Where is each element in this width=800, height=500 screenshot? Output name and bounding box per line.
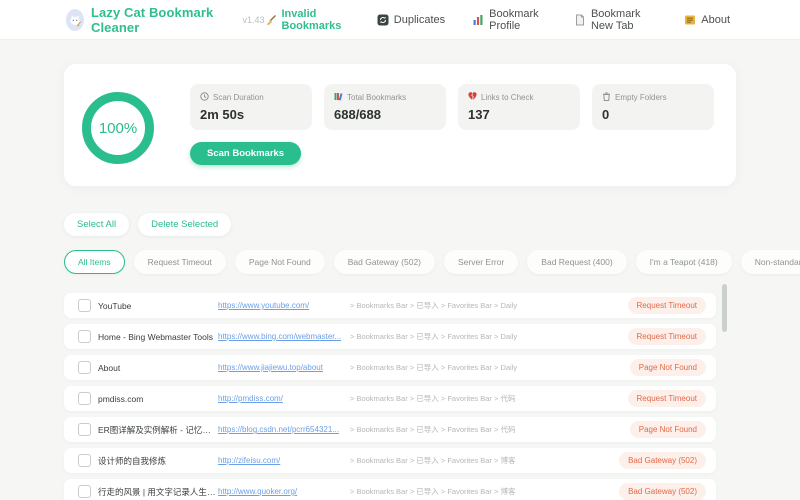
table-row: ER图详解及实例解析 - 记忆碎片的... https://blog.csdn.… <box>64 417 716 442</box>
nav-bookmark-profile[interactable]: Bookmark Profile <box>472 8 547 32</box>
stat-label: Total Bookmarks <box>347 93 407 102</box>
row-checkbox[interactable] <box>78 392 91 405</box>
bookmark-title: YouTube <box>98 300 132 311</box>
status-badge: Request Timeout <box>627 390 706 407</box>
filter-bad-gateway[interactable]: Bad Gateway (502) <box>333 250 435 274</box>
filter-non-standard-error[interactable]: Non-standard Error (468) <box>740 250 800 274</box>
cat-logo-icon <box>66 8 84 31</box>
duplicates-cycle-icon <box>377 14 389 26</box>
stat-label: Scan Duration <box>213 93 264 102</box>
clock-icon <box>200 92 209 103</box>
table-row: 行走的风景 | 用文字记录人生的风景 http://www.quoker.org… <box>64 479 716 500</box>
bookmark-url-link[interactable]: https://blog.csdn.net/pcrr654321... <box>218 425 346 434</box>
trash-icon <box>602 92 611 103</box>
bookmark-title: pmdiss.com <box>98 393 144 404</box>
filter-all-items[interactable]: All Items <box>64 250 125 274</box>
bookmark-title: ER图详解及实例解析 - 记忆碎片的... <box>98 424 218 435</box>
bookmark-folder-path: > Bookmarks Bar > 已导入 > Favorites Bar > … <box>350 394 516 403</box>
status-badge: Request Timeout <box>627 297 706 314</box>
select-all-button[interactable]: Select All <box>64 213 130 236</box>
main-nav: Invalid Bookmarks Duplicates Bookmark Pr… <box>265 8 730 32</box>
bookmark-url-link[interactable]: https://www.bing.com/webmaster... <box>218 332 346 341</box>
table-row: YouTube https://www.youtube.com/ > Bookm… <box>64 293 716 318</box>
nav-label: Duplicates <box>393 13 446 26</box>
stats-row: Scan Duration 2m 50s Total Bookmarks 688… <box>190 84 714 130</box>
bookmark-list: YouTube https://www.youtube.com/ > Bookm… <box>64 293 716 500</box>
bookmark-url-link[interactable]: http://www.quoker.org/ <box>218 487 346 496</box>
bookmark-url-link[interactable]: https://www.jiajiewu.top/about <box>218 363 346 372</box>
bookmark-folder-path: > Bookmarks Bar > 已导入 > Favorites Bar > … <box>350 332 518 341</box>
row-checkbox[interactable] <box>78 454 91 467</box>
status-badge: Request Timeout <box>627 328 706 345</box>
stat-total-bookmarks: Total Bookmarks 688/688 <box>324 84 446 130</box>
bookmark-folder-path: > Bookmarks Bar > 已导入 > Favorites Bar > … <box>350 301 518 310</box>
delete-selected-button[interactable]: Delete Selected <box>138 213 232 236</box>
broken-heart-icon <box>468 92 477 103</box>
status-badge: Bad Gateway (502) <box>619 452 706 469</box>
bar-chart-icon <box>472 14 484 26</box>
row-checkbox[interactable] <box>78 299 91 312</box>
stat-label: Empty Folders <box>615 93 667 102</box>
table-row: Home - Bing Webmaster Tools https://www.… <box>64 324 716 349</box>
bookmark-folder-path: > Bookmarks Bar > 已导入 > Favorites Bar > … <box>350 487 516 496</box>
app-version: v1.43 <box>242 14 265 25</box>
bookmark-url-link[interactable]: https://www.youtube.com/ <box>218 301 346 310</box>
stat-value: 0 <box>602 107 610 122</box>
scan-progress-value: 100% <box>98 119 138 137</box>
status-badge: Bad Gateway (502) <box>619 483 706 500</box>
page-icon <box>574 14 586 26</box>
nav-label: Invalid Bookmarks <box>281 7 342 32</box>
row-checkbox[interactable] <box>78 423 91 436</box>
bookmark-folder-path: > Bookmarks Bar > 已导入 > Favorites Bar > … <box>350 456 516 465</box>
bulk-actions: Select All Delete Selected <box>64 213 800 236</box>
nav-invalid-bookmarks[interactable]: Invalid Bookmarks <box>265 8 350 32</box>
bookmark-title: About <box>98 362 121 373</box>
app-header: Lazy Cat Bookmark Cleaner v1.43 Invalid … <box>0 0 800 40</box>
stat-links-to-check: Links to Check 137 <box>458 84 580 130</box>
status-filters: All Items Request Timeout Page Not Found… <box>64 250 800 274</box>
stat-value: 2m 50s <box>200 107 245 122</box>
stat-scan-duration: Scan Duration 2m 50s <box>190 84 312 130</box>
filter-bad-request[interactable]: Bad Request (400) <box>527 250 627 274</box>
scan-bookmarks-button[interactable]: Scan Bookmarks <box>190 142 302 165</box>
status-badge: Page Not Found <box>629 359 706 376</box>
list-scrollbar[interactable] <box>722 284 727 332</box>
stat-empty-folders: Empty Folders 0 <box>592 84 714 130</box>
table-row: 设计师的自我修炼 http://zifeisu.com/ > Bookmarks… <box>64 448 716 473</box>
books-icon <box>334 92 343 103</box>
brand: Lazy Cat Bookmark Cleaner v1.43 <box>66 5 265 35</box>
about-book-icon <box>684 14 696 26</box>
nav-label: About <box>701 13 730 26</box>
stat-label: Links to Check <box>481 93 534 102</box>
app-title: Lazy Cat Bookmark Cleaner <box>90 4 214 35</box>
scan-progress-ring: 100% <box>82 92 154 164</box>
bookmark-url-link[interactable]: http://zifeisu.com/ <box>218 456 346 465</box>
filter-request-timeout[interactable]: Request Timeout <box>133 250 226 274</box>
bookmark-folder-path: > Bookmarks Bar > 已导入 > Favorites Bar > … <box>350 425 516 434</box>
bookmark-url-link[interactable]: http://pmdiss.com/ <box>218 394 346 403</box>
row-checkbox[interactable] <box>78 485 91 498</box>
table-row: pmdiss.com http://pmdiss.com/ > Bookmark… <box>64 386 716 411</box>
scan-summary-card: 100% Scan Duration 2m 50s Total Bookmark… <box>64 64 736 186</box>
bookmark-title: Home - Bing Webmaster Tools <box>98 331 213 342</box>
nav-duplicates[interactable]: Duplicates <box>377 14 445 26</box>
stat-value: 688/688 <box>334 107 381 122</box>
filter-server-error[interactable]: Server Error <box>444 250 519 274</box>
nav-about[interactable]: About <box>684 14 730 26</box>
row-checkbox[interactable] <box>78 361 91 374</box>
filter-teapot[interactable]: I'm a Teapot (418) <box>635 250 732 274</box>
bookmark-folder-path: > Bookmarks Bar > 已导入 > Favorites Bar > … <box>350 363 518 372</box>
stat-value: 137 <box>468 107 490 122</box>
bookmark-title: 行走的风景 | 用文字记录人生的风景 <box>98 486 218 497</box>
broom-icon <box>265 14 277 26</box>
nav-bookmark-new-tab[interactable]: Bookmark New Tab <box>574 8 657 32</box>
row-checkbox[interactable] <box>78 330 91 343</box>
nav-label: Bookmark Profile <box>489 7 539 32</box>
nav-label: Bookmark New Tab <box>590 7 641 32</box>
bookmark-title: 设计师的自我修炼 <box>98 455 167 466</box>
filter-page-not-found[interactable]: Page Not Found <box>234 250 325 274</box>
status-badge: Page Not Found <box>629 421 706 438</box>
table-row: About https://www.jiajiewu.top/about > B… <box>64 355 716 380</box>
